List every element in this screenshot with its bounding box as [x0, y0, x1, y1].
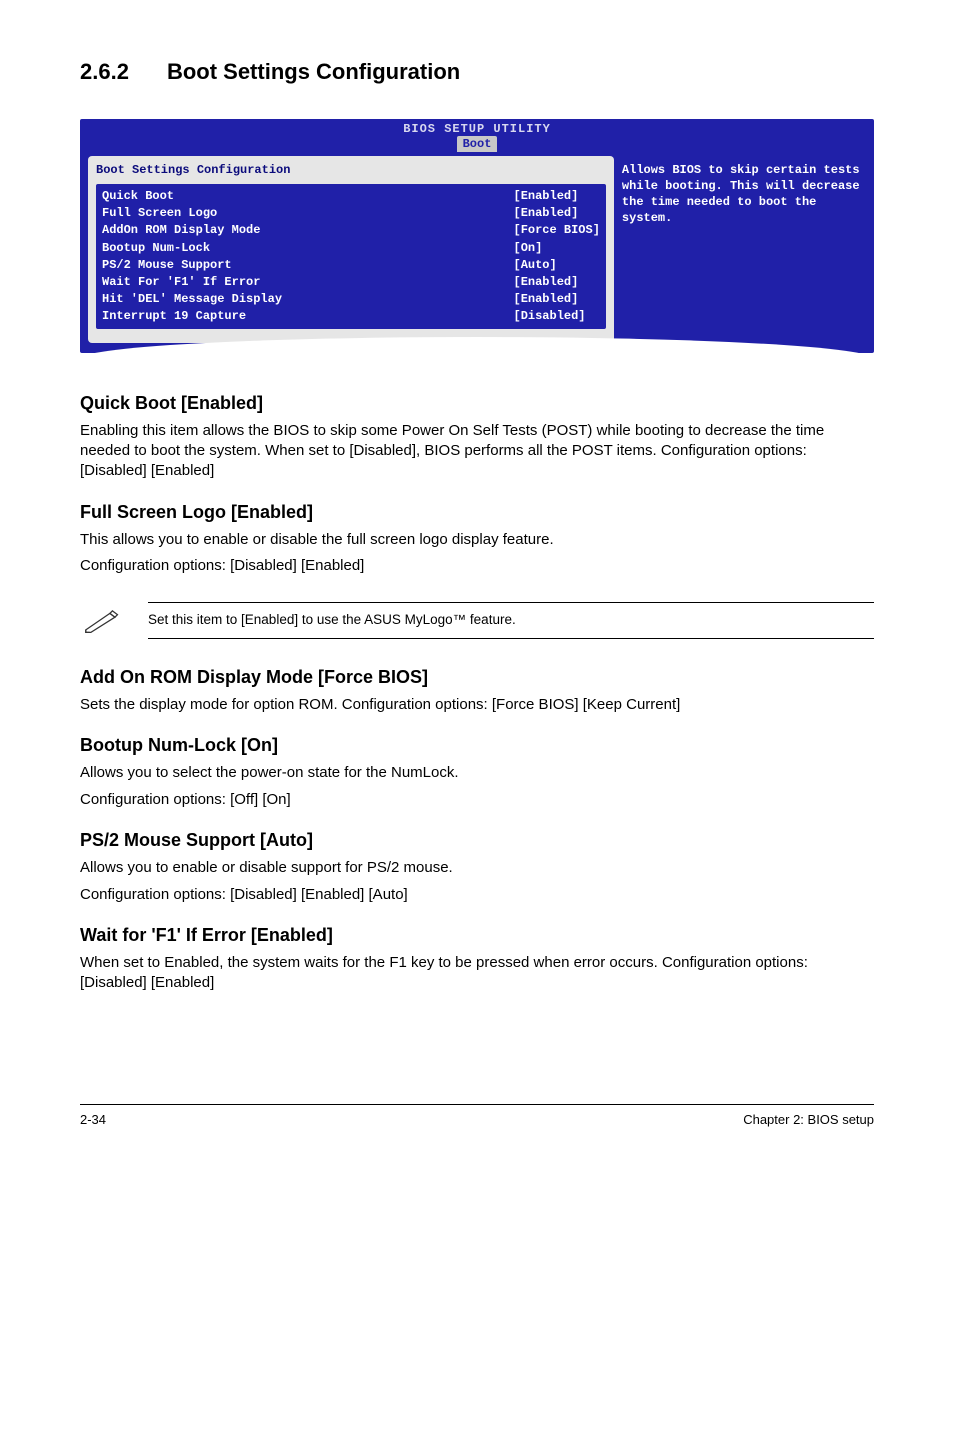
section-heading: 2.6.2 Boot Settings Configuration: [80, 50, 874, 91]
bios-help-panel: Allows BIOS to skip certain tests while …: [620, 152, 874, 353]
page-footer: 2-34 Chapter 2: BIOS setup: [80, 1104, 874, 1129]
footer-page-number: 2-34: [80, 1111, 106, 1129]
bios-item-value: [Force BIOS]: [514, 222, 600, 238]
full-screen-logo-body1: This allows you to enable or disable the…: [80, 530, 874, 550]
bios-utility-title: BIOS SETUP UTILITY: [80, 119, 874, 137]
ps2-mouse-body1: Allows you to enable or disable support …: [80, 858, 874, 878]
bios-help-text: Allows BIOS to skip certain tests while …: [622, 162, 864, 227]
bios-item-value: [On]: [514, 240, 600, 256]
full-screen-logo-title: Full Screen Logo [Enabled]: [80, 500, 874, 524]
bios-item-value: [Enabled]: [514, 188, 600, 204]
full-screen-logo-body2: Configuration options: [Disabled] [Enabl…: [80, 556, 874, 576]
bios-item-label: AddOn ROM Display Mode: [102, 222, 494, 238]
bios-item-label: Full Screen Logo: [102, 205, 494, 221]
bios-settings-list: Quick Boot [Enabled] Full Screen Logo [Ena…: [96, 184, 606, 329]
wait-f1-body: When set to Enabled, the system waits fo…: [80, 953, 874, 994]
section-title: Boot Settings Configuration: [167, 59, 460, 84]
wait-f1-title: Wait for 'F1' If Error [Enabled]: [80, 923, 874, 947]
note-callout: Set this item to [Enabled] to use the AS…: [80, 602, 874, 638]
ps2-mouse-body2: Configuration options: [Disabled] [Enabl…: [80, 885, 874, 905]
section-number: 2.6.2: [80, 59, 129, 84]
quick-boot-title: Quick Boot [Enabled]: [80, 391, 874, 415]
bios-item-value: [Enabled]: [514, 205, 600, 221]
bios-item-label: Quick Boot: [102, 188, 494, 204]
bios-window: BIOS SETUP UTILITY Boot Boot Settings Co…: [80, 119, 874, 353]
bios-screenshot: BIOS SETUP UTILITY Boot Boot Settings Co…: [80, 119, 874, 353]
footer-chapter: Chapter 2: BIOS setup: [743, 1111, 874, 1129]
quick-boot-body: Enabling this item allows the BIOS to sk…: [80, 421, 874, 482]
bios-item-label: PS/2 Mouse Support: [102, 257, 494, 273]
bios-item-label: Interrupt 19 Capture: [102, 308, 494, 324]
pencil-icon: [80, 606, 122, 636]
bios-item-label: Wait For 'F1' If Error: [102, 274, 494, 290]
ps2-mouse-title: PS/2 Mouse Support [Auto]: [80, 828, 874, 852]
add-on-rom-title: Add On ROM Display Mode [Force BIOS]: [80, 665, 874, 689]
bios-item-value: [Auto]: [514, 257, 600, 273]
bios-tab-boot: Boot: [457, 136, 498, 152]
bios-tab-row: Boot: [80, 136, 874, 152]
bootup-numlock-body2: Configuration options: [Off] [On]: [80, 790, 874, 810]
bios-panel-heading: Boot Settings Configuration: [96, 162, 606, 178]
bios-item-label: Hit 'DEL' Message Display: [102, 291, 494, 307]
add-on-rom-body: Sets the display mode for option ROM. Co…: [80, 695, 874, 715]
bios-settings-panel: Boot Settings Configuration Quick Boot [E…: [88, 156, 614, 343]
note-text: Set this item to [Enabled] to use the AS…: [148, 602, 874, 638]
bios-item-value: [Disabled]: [514, 308, 600, 324]
bios-item-value: [Enabled]: [514, 291, 600, 307]
bios-item-value: [Enabled]: [514, 274, 600, 290]
bootup-numlock-title: Bootup Num-Lock [On]: [80, 733, 874, 757]
bios-item-label: Bootup Num-Lock: [102, 240, 494, 256]
bootup-numlock-body1: Allows you to select the power-on state …: [80, 763, 874, 783]
